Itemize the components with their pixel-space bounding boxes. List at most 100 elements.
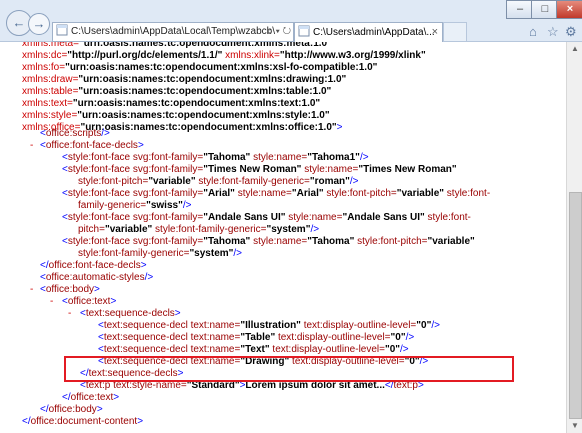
scroll-down-icon[interactable]: ▼ xyxy=(567,419,582,433)
attr-value: "http://www.w3.org/1999/xlink" xyxy=(279,50,426,61)
tag-name: office:text xyxy=(67,296,111,307)
markup: > xyxy=(137,140,144,151)
office-text-open: <office:text> xyxy=(62,296,116,308)
namespace-line: xmlns:fo="urn:oasis:names:tc:opendocumen… xyxy=(22,62,377,74)
attr-name: svg:font-family= xyxy=(130,152,204,163)
tag-name: office:body xyxy=(48,404,97,415)
markup: /> xyxy=(431,320,440,331)
collapse-toggle: - xyxy=(68,308,71,320)
markup: /> xyxy=(310,224,320,235)
tag-name: text:sequence-decl xyxy=(103,320,188,331)
attr-name: xmlns:xlink= xyxy=(222,50,280,61)
attr-value: "Times New Roman" xyxy=(358,164,457,175)
tab-active[interactable]: C:\Users\admin\AppData\... × xyxy=(294,22,443,42)
tag-name: text:sequence-decl xyxy=(103,332,188,343)
font-face-line-cont: style:font-family-generic="system"/> xyxy=(78,248,242,260)
tag-name: office:automatic-styles xyxy=(45,272,145,283)
new-tab-button[interactable] xyxy=(443,22,467,42)
attr-name: text:name= xyxy=(187,344,241,355)
attr-name: style:name= xyxy=(250,236,308,247)
attr-name: text:display-outline-level= xyxy=(269,344,385,355)
attr-name: style:name= xyxy=(234,188,292,199)
favorites-icon[interactable]: ☆ xyxy=(547,24,559,40)
attr-name: style:font-family-generic= xyxy=(152,224,267,235)
tab-close-icon[interactable]: × xyxy=(432,23,438,42)
markup: /> xyxy=(405,332,415,343)
attr-value: "Tahoma" xyxy=(203,236,251,247)
attr-value: "0" xyxy=(416,320,432,331)
tag-name: style:font-face xyxy=(67,236,131,247)
browser-toolbar: ← → C:\Users\admin\AppData\Local\Temp\wz… xyxy=(0,0,582,42)
tag-name: office:font-face-decls xyxy=(48,260,141,271)
collapse-toggle: - xyxy=(30,140,33,152)
close-button[interactable]: × xyxy=(556,0,582,19)
attr-value: "0" xyxy=(390,332,406,343)
namespace-line: xmlns:dc="http://purl.org/dc/elements/1.… xyxy=(22,50,426,62)
markup: /> xyxy=(400,344,409,355)
namespace-line: xmlns:draw="urn:oasis:names:tc:opendocum… xyxy=(22,74,346,86)
attr-value: "http://purl.org/dc/elements/1.1/" xyxy=(67,50,223,61)
tag-name: office:body xyxy=(45,284,95,295)
markup: </ xyxy=(40,404,49,415)
namespace-line: xmlns:style="urn:oasis:names:tc:opendocu… xyxy=(22,110,330,122)
minimize-button[interactable]: – xyxy=(506,0,534,19)
attr-name: style:font-pitch= xyxy=(323,188,397,199)
attr-value: "Text" xyxy=(240,344,270,355)
scroll-thumb[interactable] xyxy=(569,192,582,419)
attr-value: "Arial" xyxy=(203,188,235,199)
refresh-icon: ↻ xyxy=(282,26,291,37)
maximize-button[interactable]: □ xyxy=(531,0,559,19)
attr-value: "urn:oasis:names:tc:opendocument:xmlns:m… xyxy=(78,42,332,49)
namespace-line: xmlns:table="urn:oasis:names:tc:opendocu… xyxy=(22,86,331,98)
attr-name: svg:font-family= xyxy=(130,236,204,247)
attr-name: text:name= xyxy=(187,320,241,331)
markup: /> xyxy=(233,248,243,259)
tag-name: office:font-face-decls xyxy=(45,140,138,151)
font-face-line: <style:font-face svg:font-family="Times … xyxy=(62,164,457,176)
tag-name: office:text xyxy=(70,392,114,403)
markup: </ xyxy=(40,260,49,271)
attr-value: "variable" xyxy=(148,176,196,187)
attr-value: "Andale Sans UI" xyxy=(203,212,286,223)
attr-value: "Tahoma" xyxy=(203,152,251,163)
address-text: C:\Users\admin\AppData\Local\Temp\wzabcb… xyxy=(71,26,275,37)
highlight-box xyxy=(64,356,514,382)
back-icon: ← xyxy=(12,15,26,30)
attr-value: "urn:oasis:names:tc:opendocument:xmlns:t… xyxy=(72,98,321,109)
attr-value: "swiss" xyxy=(146,200,183,211)
vertical-scrollbar[interactable]: ▲ ▼ xyxy=(566,42,582,433)
attr-value: "Tahoma" xyxy=(307,236,355,247)
markup: > xyxy=(174,308,181,319)
tools-icon[interactable]: ⚙ xyxy=(565,24,577,40)
markup: > xyxy=(336,122,343,133)
sequence-decl-line: <text:sequence-decl text:name="Table" te… xyxy=(98,332,414,344)
address-bar[interactable]: C:\Users\admin\AppData\Local\Temp\wzabcb… xyxy=(52,22,294,42)
collapse-toggle: - xyxy=(30,284,33,296)
attr-name: xmlns:table= xyxy=(22,86,79,97)
markup: </ xyxy=(22,416,31,427)
forward-button[interactable]: → xyxy=(28,13,50,35)
markup: /> xyxy=(101,128,110,139)
attr-value: "Andale Sans UI" xyxy=(342,212,425,223)
attr-value: "Times New Roman" xyxy=(203,164,302,175)
attr-value: "Table" xyxy=(240,332,276,343)
markup: /> xyxy=(359,152,369,163)
sequence-decls-open: <text:sequence-decls> xyxy=(80,308,181,320)
tab-title: C:\Users\admin\AppData\... xyxy=(313,27,435,38)
tag-name: office:document-content xyxy=(30,416,138,427)
tag-name: style:font-face xyxy=(67,212,131,223)
attr-value: "system" xyxy=(266,224,311,235)
markup: > xyxy=(113,392,120,403)
sequence-decl-line: <text:sequence-decl text:name="Text" tex… xyxy=(98,344,409,356)
scroll-up-icon[interactable]: ▲ xyxy=(567,42,582,56)
collapse-icon: - xyxy=(30,284,34,295)
markup: > xyxy=(94,284,100,295)
attr-name: xmlns:meta= xyxy=(22,42,79,49)
office-body-close: </office:body> xyxy=(40,404,103,416)
attr-name: xmlns:dc= xyxy=(22,50,68,61)
address-controls[interactable]: ⌕ ▾ ↻ xyxy=(267,23,291,41)
attr-value: "system" xyxy=(189,248,234,259)
home-icon[interactable]: ⌂ xyxy=(529,24,537,39)
collapse-toggle: - xyxy=(50,296,53,308)
tag-name: style:font-face xyxy=(67,164,131,175)
